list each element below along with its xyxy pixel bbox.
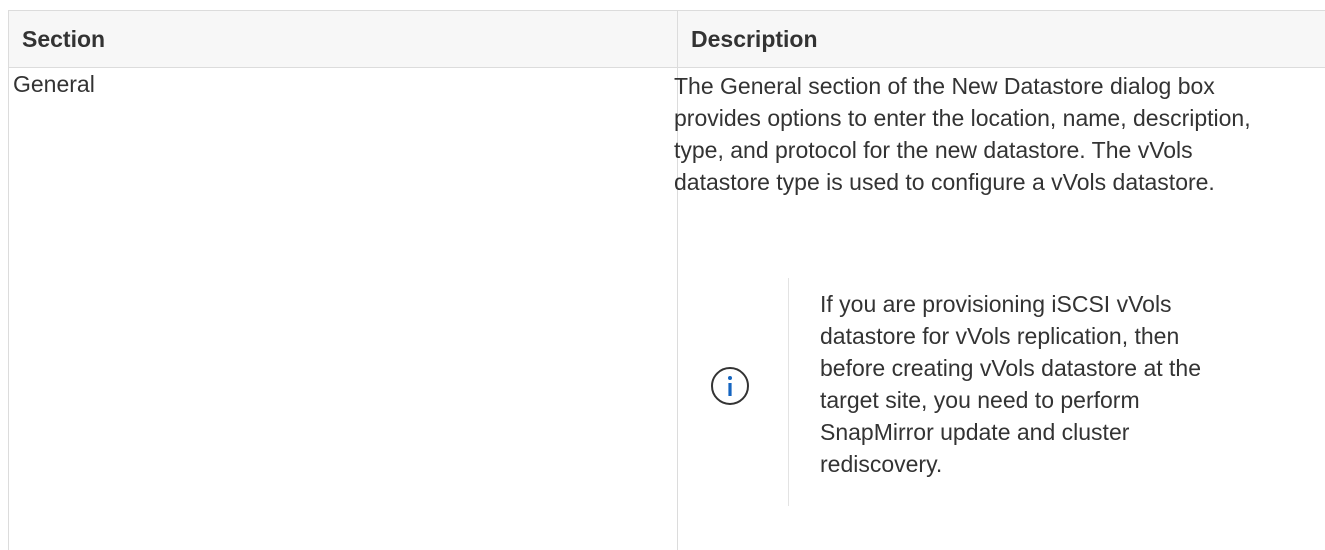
info-icon	[708, 364, 752, 408]
table-cell-description: The General section of the New Datastore…	[674, 70, 1274, 198]
note-text: If you are provisioning iSCSI vVols data…	[820, 291, 1202, 477]
table-header-row: Section Description	[9, 11, 1325, 68]
note-divider	[788, 278, 789, 506]
info-note: If you are provisioning iSCSI vVols data…	[698, 278, 1258, 506]
column-header-section: Section	[22, 26, 106, 52]
column-header-description: Description	[691, 26, 818, 52]
table-cell-section: General	[13, 71, 95, 97]
description-paragraph: The General section of the New Datastore…	[674, 73, 1251, 195]
